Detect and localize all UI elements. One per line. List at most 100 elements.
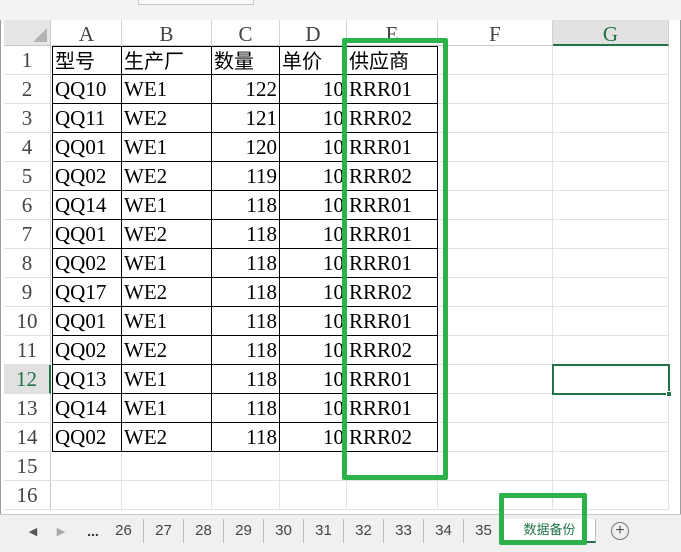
grid-cell[interactable]	[553, 307, 669, 336]
row-header-10[interactable]: 10	[4, 307, 51, 336]
table-cell[interactable]: RRR01	[347, 75, 438, 104]
grid-cell[interactable]	[553, 46, 669, 75]
grid-cell[interactable]	[212, 452, 280, 481]
table-header-cell[interactable]: 单价	[280, 46, 347, 75]
grid-cell[interactable]	[347, 481, 438, 510]
grid-cell[interactable]	[438, 133, 553, 162]
grid-cell[interactable]	[280, 481, 347, 510]
grid-cell[interactable]	[438, 394, 553, 423]
table-cell[interactable]: QQ13	[52, 365, 122, 394]
grid-cell[interactable]	[347, 452, 438, 481]
table-cell[interactable]: RRR02	[347, 423, 438, 452]
table-cell[interactable]: RRR02	[347, 104, 438, 133]
table-cell[interactable]: QQ01	[52, 133, 122, 162]
add-sheet-button[interactable]: +	[611, 522, 629, 540]
table-cell[interactable]: RRR02	[347, 278, 438, 307]
sheet-tab-30[interactable]: 30	[264, 519, 304, 543]
table-cell[interactable]: 10	[280, 423, 347, 452]
table-cell[interactable]: QQ02	[52, 249, 122, 278]
row-header-5[interactable]: 5	[4, 162, 51, 191]
table-cell[interactable]: QQ02	[52, 162, 122, 191]
sheet-tab-34[interactable]: 34	[424, 519, 464, 543]
tab-overflow-button[interactable]: ...	[82, 521, 104, 541]
row-header-8[interactable]: 8	[4, 249, 51, 278]
column-header-d[interactable]: D	[280, 20, 347, 46]
grid-cell[interactable]	[280, 452, 347, 481]
table-cell[interactable]: 118	[212, 249, 280, 278]
table-cell[interactable]: QQ02	[52, 336, 122, 365]
sheet-tab-32[interactable]: 32	[344, 519, 384, 543]
table-cell[interactable]: RRR01	[347, 220, 438, 249]
table-cell[interactable]: RRR02	[347, 336, 438, 365]
grid-cell[interactable]	[553, 104, 669, 133]
grid-cell[interactable]	[438, 46, 553, 75]
table-cell[interactable]: 10	[280, 307, 347, 336]
table-cell[interactable]: RRR01	[347, 394, 438, 423]
grid-cell[interactable]	[553, 249, 669, 278]
table-cell[interactable]: WE1	[122, 75, 212, 104]
table-cell[interactable]: QQ17	[52, 278, 122, 307]
grid-cell[interactable]	[212, 481, 280, 510]
spreadsheet-grid[interactable]: ABCDEFG 1 2 3 4 5 6 7 8 9 10 11 12 13 14 15 16 型号 生产厂 数量单…	[0, 20, 681, 514]
table-cell[interactable]: 118	[212, 336, 280, 365]
sheet-tab-35[interactable]: 35	[464, 519, 504, 543]
table-cell[interactable]: RRR01	[347, 307, 438, 336]
table-cell[interactable]: 10	[280, 162, 347, 191]
grid-cell[interactable]	[553, 481, 669, 510]
table-cell[interactable]: 118	[212, 423, 280, 452]
table-cell[interactable]: RRR02	[347, 162, 438, 191]
row-header-12[interactable]: 12	[4, 365, 51, 394]
column-header-f[interactable]: F	[438, 20, 553, 46]
table-cell[interactable]: QQ01	[52, 307, 122, 336]
grid-cell[interactable]	[553, 336, 669, 365]
grid-cell[interactable]	[553, 452, 669, 481]
grid-cell[interactable]	[122, 452, 212, 481]
table-cell[interactable]: 10	[280, 278, 347, 307]
row-header-9[interactable]: 9	[4, 278, 51, 307]
table-cell[interactable]: WE1	[122, 394, 212, 423]
table-cell[interactable]: RRR01	[347, 365, 438, 394]
table-cell[interactable]: QQ14	[52, 191, 122, 220]
grid-cell[interactable]	[438, 75, 553, 104]
table-cell[interactable]: 10	[280, 336, 347, 365]
table-header-cell[interactable]: 生产厂	[122, 46, 212, 75]
table-cell[interactable]: QQ10	[52, 75, 122, 104]
grid-cell[interactable]	[438, 278, 553, 307]
table-cell[interactable]: WE2	[122, 423, 212, 452]
row-header-4[interactable]: 4	[4, 133, 51, 162]
column-header-e[interactable]: E	[347, 20, 438, 46]
row-header-16[interactable]: 16	[4, 481, 51, 510]
grid-cell[interactable]	[553, 75, 669, 104]
sheet-tab-29[interactable]: 29	[224, 519, 264, 543]
active-cell-cursor[interactable]	[552, 364, 672, 397]
table-cell[interactable]: 121	[212, 104, 280, 133]
sheet-tab-27[interactable]: 27	[144, 519, 184, 543]
column-header-g[interactable]: G	[553, 20, 669, 46]
tab-scroll-next-button[interactable]: ▶	[50, 523, 72, 541]
grid-cell[interactable]	[438, 365, 553, 394]
table-cell[interactable]: 119	[212, 162, 280, 191]
grid-cell[interactable]	[438, 423, 553, 452]
row-header-2[interactable]: 2	[4, 75, 51, 104]
grid-cell[interactable]	[553, 191, 669, 220]
grid-cell[interactable]	[438, 249, 553, 278]
table-cell[interactable]: WE1	[122, 133, 212, 162]
sheet-tab-33[interactable]: 33	[384, 519, 424, 543]
table-cell[interactable]: 118	[212, 307, 280, 336]
table-cell[interactable]: WE1	[122, 365, 212, 394]
column-header-c[interactable]: C	[212, 20, 280, 46]
grid-cell[interactable]	[438, 336, 553, 365]
grid-cell[interactable]	[52, 481, 122, 510]
table-cell[interactable]: WE2	[122, 220, 212, 249]
row-header-1[interactable]: 1	[4, 46, 51, 75]
grid-cell[interactable]	[438, 162, 553, 191]
table-cell[interactable]: 118	[212, 278, 280, 307]
table-cell[interactable]: 10	[280, 249, 347, 278]
table-cell[interactable]: RRR01	[347, 249, 438, 278]
grid-cell[interactable]	[553, 133, 669, 162]
table-cell[interactable]: 118	[212, 394, 280, 423]
row-header-14[interactable]: 14	[4, 423, 51, 452]
row-header-7[interactable]: 7	[4, 220, 51, 249]
row-header-13[interactable]: 13	[4, 394, 51, 423]
fill-handle[interactable]	[666, 391, 672, 397]
